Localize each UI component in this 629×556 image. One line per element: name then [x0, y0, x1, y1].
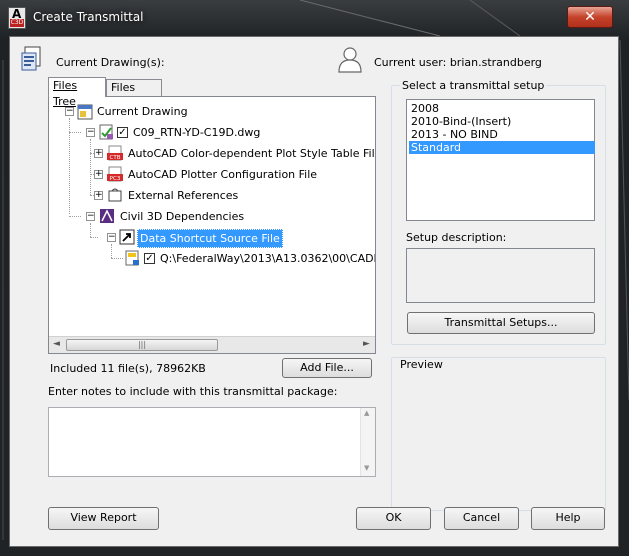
ok-button[interactable]: OK: [356, 507, 431, 530]
tree-node-civil3d-dependencies[interactable]: − Civil 3D Dependencies: [49, 208, 375, 226]
transmittal-package-icon: [21, 46, 41, 71]
collapse-toggle[interactable]: −: [86, 212, 95, 221]
setup-description-box: [406, 248, 595, 303]
tree-node-current-drawing[interactable]: − Current Drawing: [49, 103, 375, 121]
tree-node-data-shortcut[interactable]: − Data Shortcut Source File: [49, 229, 375, 248]
add-file-button[interactable]: Add File...: [282, 358, 372, 378]
tree-label: External References: [128, 189, 239, 202]
tree-label: Civil 3D Dependencies: [120, 210, 245, 223]
collapse-toggle[interactable]: −: [107, 233, 116, 242]
notes-textarea[interactable]: ▲ ▼: [48, 407, 376, 477]
tree-node-shortcut-path[interactable]: ✓ Q:\FederalWay\2013\A13.0362\00\CADD\C: [49, 250, 375, 268]
current-drawings-label: Current Drawing(s):: [56, 56, 165, 69]
setup-group-label: Select a transmittal setup: [400, 79, 547, 92]
transmittal-setups-button[interactable]: Transmittal Setups...: [407, 312, 595, 334]
tree-node-plotter-config[interactable]: + PC3 AutoCAD Plotter Configuration File: [49, 166, 375, 184]
scroll-thumb[interactable]: |||: [66, 339, 218, 351]
collapse-toggle[interactable]: −: [86, 128, 95, 137]
setup-item-standard[interactable]: Standard: [409, 141, 595, 154]
scroll-down-arrow[interactable]: ▼: [364, 464, 369, 472]
pc3-file-icon: PC3: [107, 166, 123, 182]
notes-scrollbar[interactable]: ▲ ▼: [360, 408, 375, 476]
dwg-file-icon: [99, 124, 113, 140]
setup-listbox[interactable]: 2008 2010-Bind-(Insert) 2013 - NO BIND S…: [406, 99, 595, 221]
drawing-set-icon: [77, 104, 93, 120]
user-icon: [338, 47, 362, 73]
tree-label: Q:\FederalWay\2013\A13.0362\00\CADD\C: [160, 252, 376, 265]
tree-label: AutoCAD Plotter Configuration File: [128, 168, 318, 181]
setup-item-2010-bind[interactable]: 2010-Bind-(Insert): [409, 115, 595, 128]
tree-label: Current Drawing: [97, 105, 188, 118]
path-checkbox[interactable]: ✓: [144, 253, 155, 264]
ctb-file-icon: CTB: [107, 145, 123, 161]
drawing-checkbox[interactable]: ✓: [117, 127, 128, 138]
expand-toggle[interactable]: +: [94, 191, 103, 200]
autocad-app-icon: A C3D: [8, 7, 26, 29]
tree-label: Data Shortcut Source File: [137, 229, 283, 248]
current-user-label: Current user: brian.strandberg: [374, 56, 542, 69]
tree-label: C09_RTN-YD-C19D.dwg: [133, 126, 261, 139]
preview-group: [391, 357, 606, 511]
setup-item-2008[interactable]: 2008: [409, 102, 595, 115]
tab-files-tree[interactable]: Files Tree: [48, 77, 106, 108]
help-button[interactable]: Help: [531, 507, 605, 530]
scroll-right-arrow[interactable]: ►: [363, 339, 370, 349]
setup-description-label: Setup description:: [406, 231, 507, 244]
tree-node-drawing[interactable]: − ✓ C09_RTN-YD-C19D.dwg: [49, 124, 375, 142]
tab-files-tree-label: Files Tree: [53, 79, 78, 108]
dwg-file-icon: [125, 250, 139, 266]
close-button[interactable]: ✕: [567, 6, 613, 28]
horizontal-scrollbar[interactable]: ◄ ||| ►: [49, 336, 375, 353]
tree-label: AutoCAD Color-dependent Plot Style Table…: [128, 147, 376, 160]
title-bar[interactable]: A C3D Create Transmittal ✕: [0, 0, 629, 36]
scroll-grip: |||: [137, 340, 147, 349]
pc3-badge-text: PC3: [110, 176, 121, 182]
notes-label: Enter notes to include with this transmi…: [48, 385, 338, 398]
preview-label: Preview: [400, 358, 443, 371]
shortcut-icon: [119, 229, 135, 245]
files-tree[interactable]: − Current Drawing − ✓ C09_RTN-YD-C19D.dw…: [48, 96, 376, 354]
window-title: Create Transmittal: [33, 10, 144, 24]
scroll-up-arrow[interactable]: ▲: [364, 409, 369, 417]
cancel-button[interactable]: Cancel: [444, 507, 519, 530]
dialog-client: Current Drawing(s): Current user: brian.…: [9, 36, 619, 547]
tab-files-table[interactable]: Files Table: [106, 79, 162, 110]
view-report-button[interactable]: View Report: [48, 507, 159, 530]
setup-item-2013-no-bind[interactable]: 2013 - NO BIND: [409, 128, 595, 141]
tree-node-external-references[interactable]: + External References: [49, 187, 375, 205]
expand-toggle[interactable]: +: [94, 170, 103, 179]
tree-node-plot-style-table[interactable]: + CTB AutoCAD Color-dependent Plot Style…: [49, 145, 375, 163]
civil3d-icon: [100, 209, 114, 223]
included-files-status: Included 11 file(s), 78962KB: [50, 362, 206, 375]
ctb-badge-text: CTB: [110, 155, 121, 161]
xref-icon: [108, 188, 122, 202]
scroll-left-arrow[interactable]: ◄: [53, 339, 60, 349]
expand-toggle[interactable]: +: [94, 149, 103, 158]
